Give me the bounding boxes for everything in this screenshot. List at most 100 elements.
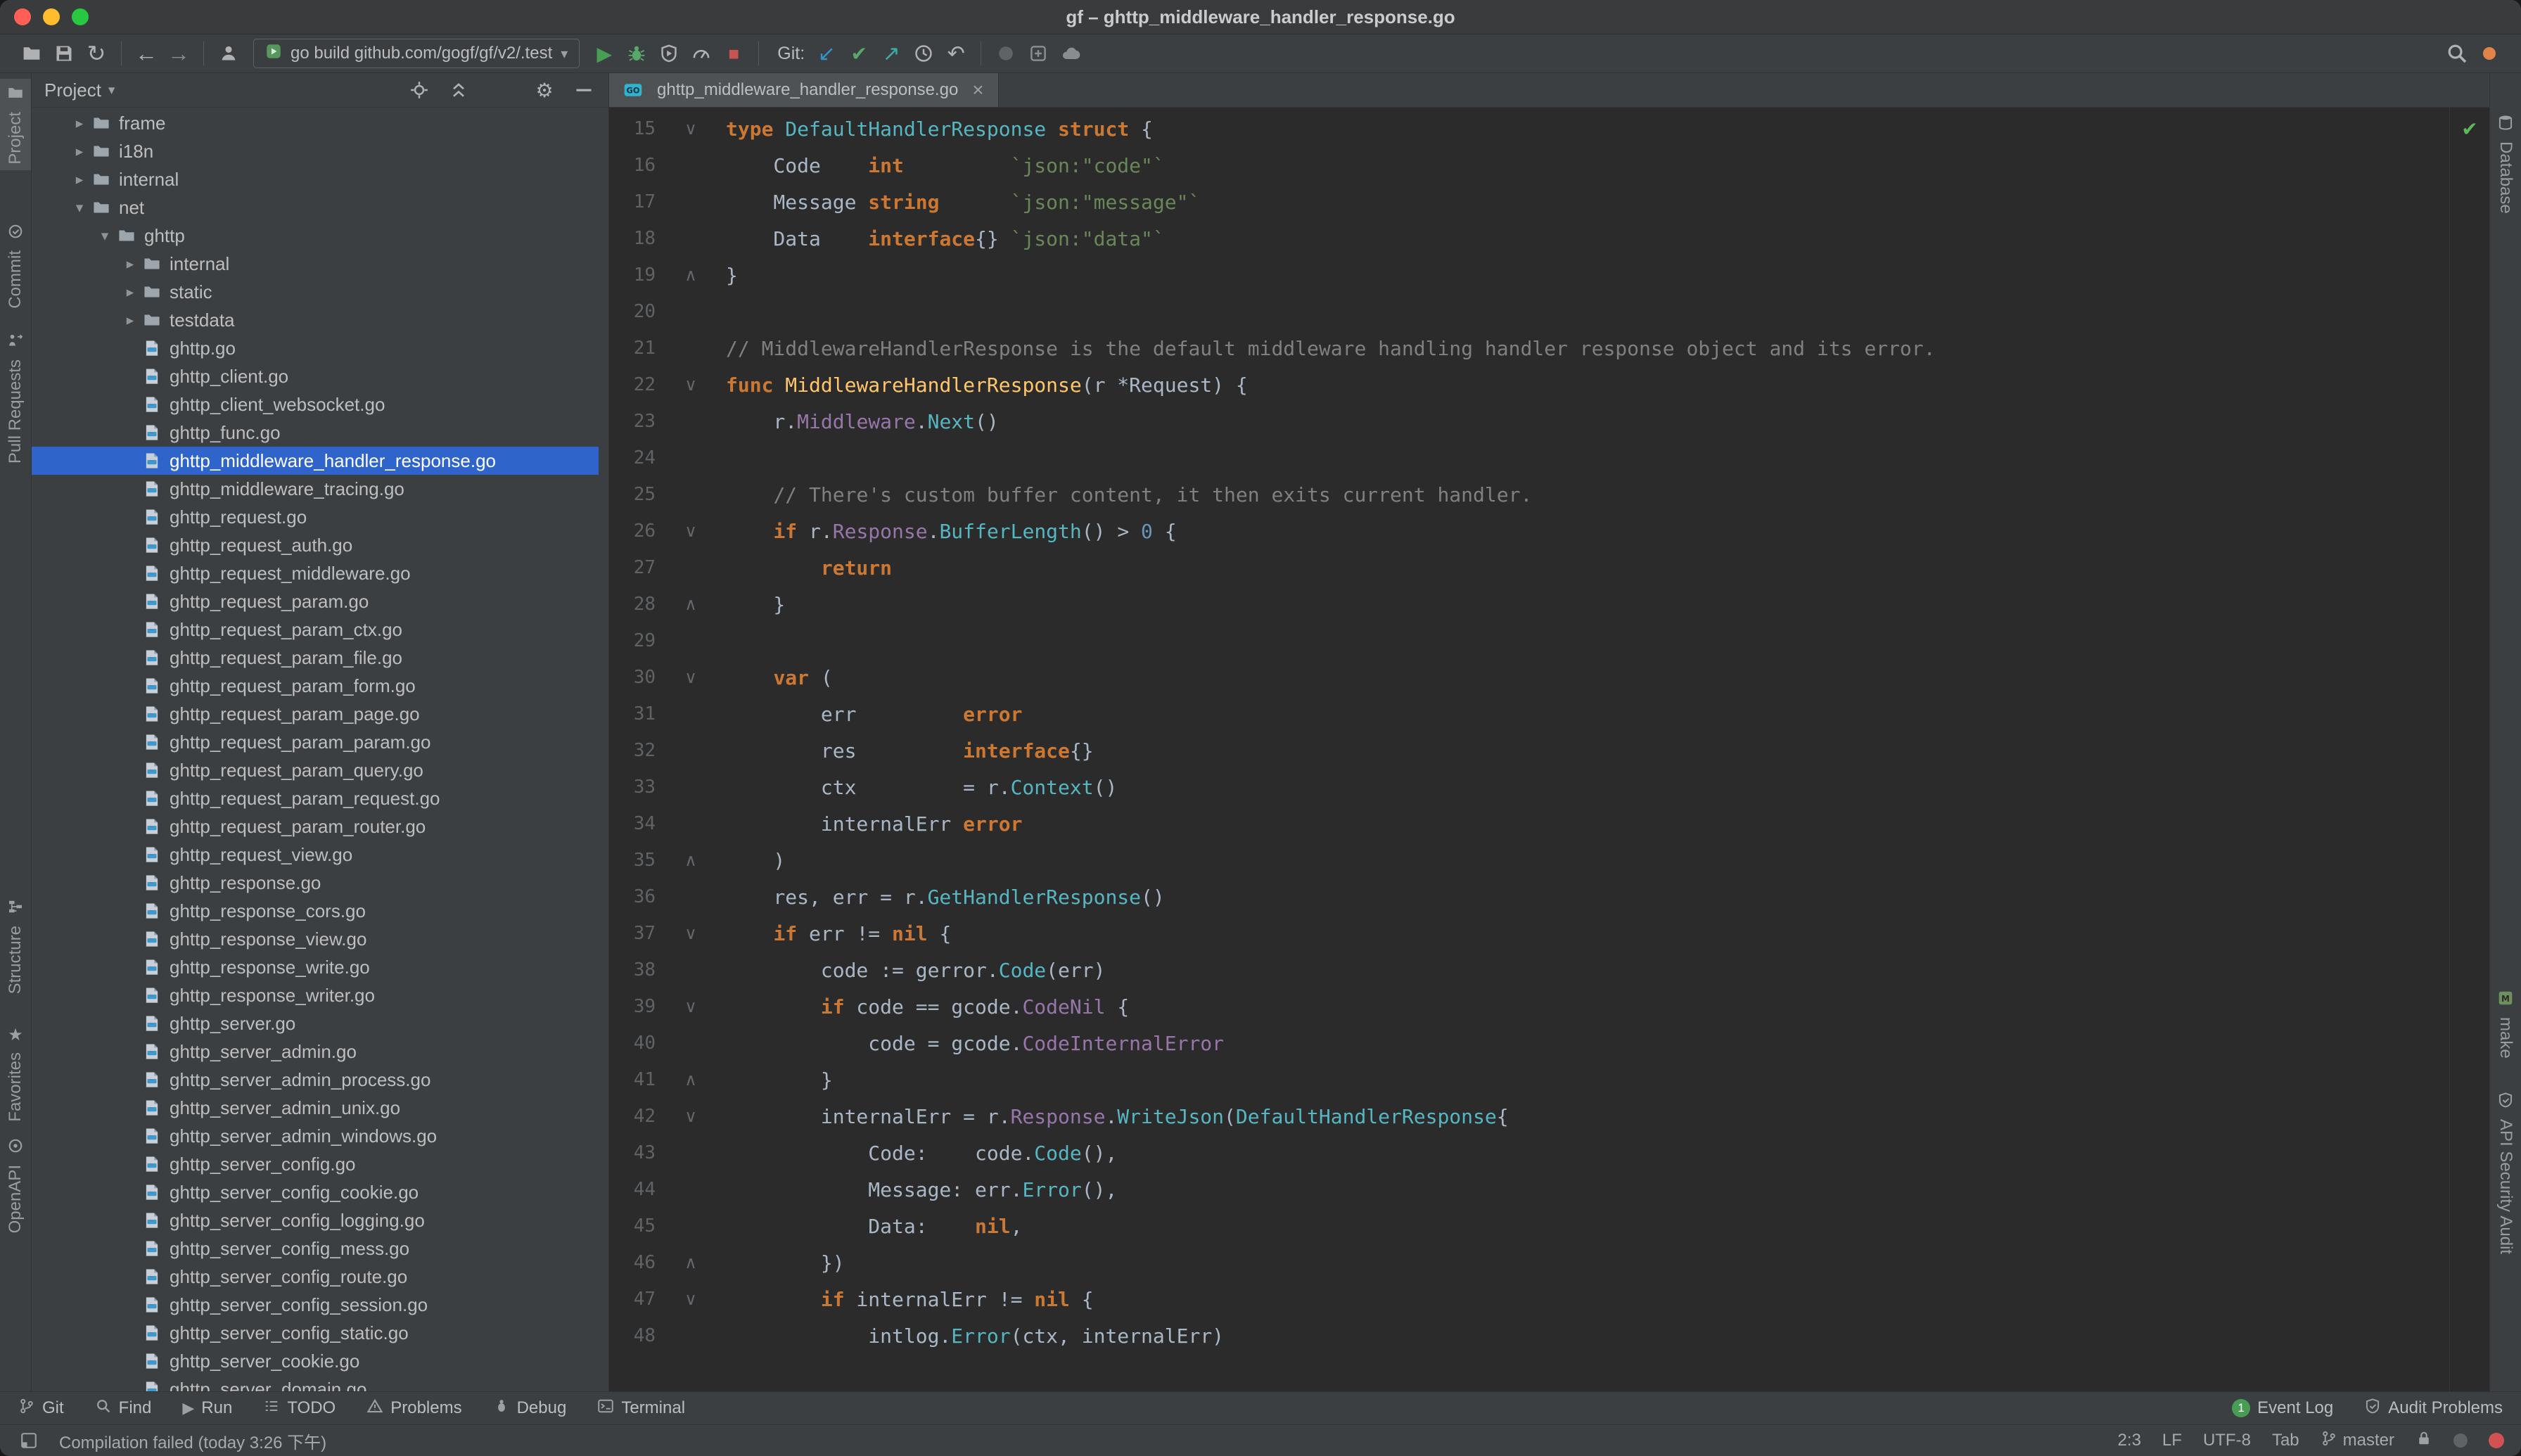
fold-end-icon[interactable]: ∧ xyxy=(656,1253,726,1272)
tree-item-ghttp_server_config_route.go[interactable]: ghttp_server_config_route.go xyxy=(32,1263,599,1291)
chevron-right-icon[interactable]: ▸ xyxy=(117,283,143,301)
code-line-23[interactable]: 23 r.Middleware.Next() xyxy=(609,403,2449,440)
code-line-28[interactable]: 28∧ } xyxy=(609,586,2449,622)
code-line-24[interactable]: 24 xyxy=(609,440,2449,476)
fold-start-icon[interactable]: ∨ xyxy=(656,119,726,139)
code-line-22[interactable]: 22∨func MiddlewareHandlerResponse(r *Req… xyxy=(609,366,2449,403)
tree-item-ghttp_server_config.go[interactable]: ghttp_server_config.go xyxy=(32,1150,599,1178)
status-indicator[interactable] xyxy=(2453,1433,2468,1448)
tree-item-internal[interactable]: ▸internal xyxy=(32,165,599,193)
tree-item-ghttp_client.go[interactable]: ghttp_client.go xyxy=(32,362,599,390)
tree-item-ghttp[interactable]: ▾ghttp xyxy=(32,222,599,250)
code-line-29[interactable]: 29 xyxy=(609,622,2449,659)
forward-icon[interactable]: → xyxy=(162,37,195,70)
tree-item-ghttp_request_middleware.go[interactable]: ghttp_request_middleware.go xyxy=(32,559,599,587)
fold-end-icon[interactable]: ∧ xyxy=(656,594,726,614)
code-line-30[interactable]: 30∨ var ( xyxy=(609,659,2449,696)
chevron-down-icon[interactable]: ▾ xyxy=(92,227,117,245)
chevron-right-icon[interactable]: ▸ xyxy=(67,143,92,160)
tool-stripe-button-pull-requests[interactable]: Pull Requests xyxy=(0,326,31,469)
rollback-icon[interactable]: ↶ xyxy=(940,37,972,70)
status-lock[interactable] xyxy=(2415,1430,2432,1452)
chevron-down-icon[interactable]: ▾ xyxy=(108,82,115,98)
code-line-42[interactable]: 42∨ internalErr = r.Response.WriteJson(D… xyxy=(609,1098,2449,1135)
tool-window-button-audit-problems[interactable]: Audit Problems xyxy=(2364,1398,2503,1419)
commit-icon[interactable]: ✔ xyxy=(843,37,875,70)
fold-start-icon[interactable]: ∨ xyxy=(656,375,726,395)
tree-item-ghttp_server.go[interactable]: ghttp_server.go xyxy=(32,1009,599,1037)
tool-window-button-find[interactable]: Find xyxy=(95,1398,152,1419)
code-line-35[interactable]: 35∧ ) xyxy=(609,842,2449,879)
fold-start-icon[interactable]: ∨ xyxy=(656,1106,726,1126)
tree-item-ghttp_request_param.go[interactable]: ghttp_request_param.go xyxy=(32,587,599,615)
fold-end-icon[interactable]: ∧ xyxy=(656,850,726,870)
profiler-icon[interactable] xyxy=(685,37,717,70)
tree-item-ghttp_server_config_mess.go[interactable]: ghttp_server_config_mess.go xyxy=(32,1234,599,1263)
code-line-27[interactable]: 27 return xyxy=(609,549,2449,586)
sync-icon[interactable]: ↻ xyxy=(80,37,113,70)
tool-window-button-git[interactable]: Git xyxy=(18,1398,64,1419)
save-all-icon[interactable] xyxy=(48,37,80,70)
tree-item-ghttp_server_admin.go[interactable]: ghttp_server_admin.go xyxy=(32,1037,599,1066)
code-line-40[interactable]: 40 code = gcode.CodeInternalError xyxy=(609,1025,2449,1061)
tool-stripe-button-openapi[interactable]: OpenAPI xyxy=(0,1132,31,1239)
tree-item-ghttp_server_config_cookie.go[interactable]: ghttp_server_config_cookie.go xyxy=(32,1178,599,1206)
status-line-separator[interactable]: LF xyxy=(2162,1431,2182,1450)
update-project-icon[interactable]: ↙ xyxy=(810,37,843,70)
tree-item-ghttp_request_param_param.go[interactable]: ghttp_request_param_param.go xyxy=(32,728,599,756)
tool-window-button-problems[interactable]: Problems xyxy=(366,1398,461,1419)
tree-item-ghttp_request_param_query.go[interactable]: ghttp_request_param_query.go xyxy=(32,756,599,784)
tree-item-ghttp_response_write.go[interactable]: ghttp_response_write.go xyxy=(32,953,599,981)
tree-item-ghttp_server_cookie.go[interactable]: ghttp_server_cookie.go xyxy=(32,1347,599,1375)
zoom-button[interactable] xyxy=(72,8,89,25)
code-line-17[interactable]: 17 Message string `json:"message"` xyxy=(609,184,2449,220)
tree-item-ghttp_server_admin_unix.go[interactable]: ghttp_server_admin_unix.go xyxy=(32,1094,599,1122)
code-line-38[interactable]: 38 code := gerror.Code(err) xyxy=(609,952,2449,988)
run-icon[interactable]: ▶ xyxy=(588,37,620,70)
tree-item-ghttp_server_config_session.go[interactable]: ghttp_server_config_session.go xyxy=(32,1291,599,1319)
tree-item-ghttp_middleware_tracing.go[interactable]: ghttp_middleware_tracing.go xyxy=(32,475,599,503)
tool-windows-toggle-icon[interactable] xyxy=(17,1429,41,1452)
code-line-19[interactable]: 19∧} xyxy=(609,257,2449,293)
cloud-icon[interactable] xyxy=(1054,37,1087,70)
tree-item-ghttp_request_param_request.go[interactable]: ghttp_request_param_request.go xyxy=(32,784,599,812)
tool-stripe-button-make[interactable]: Mmake xyxy=(2490,984,2521,1064)
tree-item-ghttp_request_param_ctx.go[interactable]: ghttp_request_param_ctx.go xyxy=(32,615,599,644)
code-line-34[interactable]: 34 internalErr error xyxy=(609,805,2449,842)
updates-indicator-icon[interactable] xyxy=(2483,47,2496,60)
collapse-all-icon[interactable] xyxy=(447,78,471,102)
tree-item-ghttp_request_param_page.go[interactable]: ghttp_request_param_page.go xyxy=(32,700,599,728)
code-line-45[interactable]: 45 Data: nil, xyxy=(609,1208,2449,1244)
locate-file-icon[interactable] xyxy=(407,78,431,102)
code-line-46[interactable]: 46∧ }) xyxy=(609,1244,2449,1281)
editor-tab[interactable]: GO ghttp_middleware_handler_response.go … xyxy=(609,73,999,107)
tool-stripe-button-api-security-audit[interactable]: API Security Audit xyxy=(2490,1086,2521,1260)
project-panel-title[interactable]: Project xyxy=(44,79,101,101)
stop-icon[interactable]: ■ xyxy=(717,37,750,70)
fold-start-icon[interactable]: ∨ xyxy=(656,521,726,541)
tree-item-testdata[interactable]: ▸testdata xyxy=(32,306,599,334)
run-configuration-select[interactable]: go build github.com/gogf/gf/v2/.test▾ xyxy=(253,39,580,68)
code-line-31[interactable]: 31 err error xyxy=(609,696,2449,732)
tool-stripe-button-favorites[interactable]: ★Favorites xyxy=(0,1019,31,1128)
minimize-button[interactable] xyxy=(43,8,60,25)
tree-item-ghttp_middleware_handler_response.go[interactable]: ghttp_middleware_handler_response.go xyxy=(32,447,599,475)
code-line-37[interactable]: 37∨ if err != nil { xyxy=(609,915,2449,952)
close-tab-icon[interactable]: × xyxy=(972,80,983,100)
tree-item-ghttp_response_view.go[interactable]: ghttp_response_view.go xyxy=(32,925,599,953)
code-area[interactable]: 15∨type DefaultHandlerResponse struct {1… xyxy=(609,108,2449,1391)
diff-icon[interactable] xyxy=(1022,37,1054,70)
fold-start-icon[interactable]: ∨ xyxy=(656,997,726,1016)
tool-window-button-debug[interactable]: Debug xyxy=(493,1398,567,1419)
fold-start-icon[interactable]: ∨ xyxy=(656,924,726,943)
chevron-right-icon[interactable]: ▸ xyxy=(117,312,143,329)
search-everywhere-icon[interactable] xyxy=(2441,37,2473,70)
code-line-41[interactable]: 41∧ } xyxy=(609,1061,2449,1098)
debug-icon[interactable] xyxy=(620,37,653,70)
tree-item-ghttp_server_admin_process.go[interactable]: ghttp_server_admin_process.go xyxy=(32,1066,599,1094)
tree-item-ghttp_request_param_file.go[interactable]: ghttp_request_param_file.go xyxy=(32,644,599,672)
fold-end-icon[interactable]: ∧ xyxy=(656,265,726,285)
close-button[interactable] xyxy=(14,8,31,25)
tool-stripe-button-commit[interactable]: Commit xyxy=(0,217,31,314)
tool-window-button-event-log[interactable]: 1Event Log xyxy=(2232,1398,2333,1418)
